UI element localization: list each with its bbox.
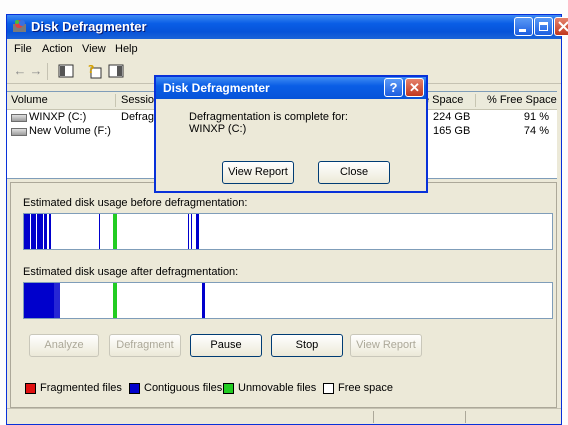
- contiguous-segment: [196, 214, 199, 249]
- view-report-button[interactable]: View Report: [350, 334, 422, 357]
- minimize-button[interactable]: [514, 17, 533, 36]
- legend-free-space: Free space: [338, 382, 394, 394]
- dialog-title-bar: Disk Defragmenter ? ✕: [156, 77, 426, 99]
- contiguous-segment: [31, 214, 36, 249]
- contiguous-segment: [37, 214, 43, 249]
- menu-view[interactable]: View: [82, 43, 106, 55]
- contiguous-segment: [44, 214, 47, 249]
- defrag-app-icon: [13, 20, 26, 32]
- contiguous-segment: [24, 214, 30, 249]
- fragmented-legend-swatch: [25, 383, 36, 394]
- dialog-view-report-button[interactable]: View Report: [222, 161, 294, 184]
- dialog-volume: WINXP (C:): [189, 123, 247, 135]
- unmovable-segment: [113, 214, 117, 249]
- menu-action[interactable]: Action: [42, 43, 73, 55]
- volume-name: New Volume (F:): [29, 125, 111, 137]
- minimize-icon: [519, 29, 526, 32]
- status-divider: [465, 411, 466, 423]
- column-pct-free[interactable]: % Free Space: [487, 94, 557, 106]
- analyze-button[interactable]: Analyze: [29, 334, 99, 357]
- after-usage-display: [23, 282, 553, 319]
- volume-free-space: 165 GB: [433, 125, 471, 137]
- legend-contiguous: Contiguous files: [144, 382, 223, 394]
- volume-name: WINXP (C:): [29, 111, 87, 123]
- volume-free-space: 224 GB: [433, 111, 471, 123]
- back-arrow-icon[interactable]: ←: [12, 63, 28, 79]
- close-icon: [558, 21, 568, 32]
- volume-pct-free: 74 %: [523, 125, 549, 137]
- column-divider[interactable]: [475, 94, 476, 107]
- help-icon[interactable]: ?: [86, 63, 102, 79]
- menu-bar: File Action View Help: [7, 40, 561, 58]
- maximize-icon: [539, 22, 548, 31]
- dialog-title: Disk Defragmenter: [163, 81, 270, 95]
- contiguous-segment: [99, 214, 100, 249]
- contiguous-segment: [24, 283, 54, 318]
- defragment-button[interactable]: Defragment: [109, 334, 181, 357]
- before-label: Estimated disk usage before defragmentat…: [23, 197, 248, 209]
- unmovable-legend-swatch: [223, 383, 234, 394]
- close-icon: ✕: [409, 80, 420, 95]
- pause-button[interactable]: Pause: [190, 334, 262, 357]
- menu-help[interactable]: Help: [115, 43, 138, 55]
- legend-unmovable: Unmovable files: [238, 382, 317, 394]
- legend-fragmented: Fragmented files: [40, 382, 122, 394]
- close-button[interactable]: [554, 17, 568, 36]
- svg-text:?: ?: [88, 63, 94, 76]
- dialog-close-button[interactable]: ✕: [405, 78, 424, 97]
- column-free-space[interactable]: e Space: [423, 94, 463, 106]
- completion-dialog: Disk Defragmenter ? ✕ Defragmentation is…: [154, 75, 428, 193]
- column-volume[interactable]: Volume: [11, 94, 48, 106]
- column-divider[interactable]: [115, 94, 116, 107]
- hard-drive-icon: [11, 128, 27, 136]
- contiguous-segment: [54, 283, 60, 318]
- dialog-close-action-button[interactable]: Close: [318, 161, 390, 184]
- dialog-message: Defragmentation is complete for:: [189, 111, 348, 123]
- after-label: Estimated disk usage after defragmentati…: [23, 266, 239, 278]
- window-title: Disk Defragmenter: [31, 19, 147, 34]
- contiguous-segment: [49, 214, 51, 249]
- title-bar: Disk Defragmenter: [7, 15, 568, 39]
- menu-file[interactable]: File: [14, 43, 32, 55]
- contiguous-segment: [202, 283, 205, 318]
- stop-button[interactable]: Stop: [271, 334, 343, 357]
- show-hide-console-icon[interactable]: [58, 63, 74, 79]
- forward-arrow-icon[interactable]: →: [28, 63, 44, 79]
- analysis-panel: Estimated disk usage before defragmentat…: [10, 182, 557, 408]
- hard-drive-icon: [11, 114, 27, 122]
- volume-pct-free: 91 %: [523, 111, 549, 123]
- contiguous-segment: [191, 214, 192, 249]
- status-divider: [373, 411, 374, 423]
- status-bar: [7, 408, 561, 425]
- contiguous-segment: [188, 214, 189, 249]
- properties-icon[interactable]: [108, 63, 124, 79]
- help-icon: ?: [389, 80, 398, 95]
- unmovable-segment: [113, 283, 117, 318]
- maximize-button[interactable]: [534, 17, 553, 36]
- toolbar-divider: [47, 63, 48, 80]
- dialog-help-button[interactable]: ?: [384, 78, 403, 97]
- contiguous-legend-swatch: [129, 383, 140, 394]
- free-space-legend-swatch: [323, 383, 334, 394]
- before-usage-display: [23, 213, 553, 250]
